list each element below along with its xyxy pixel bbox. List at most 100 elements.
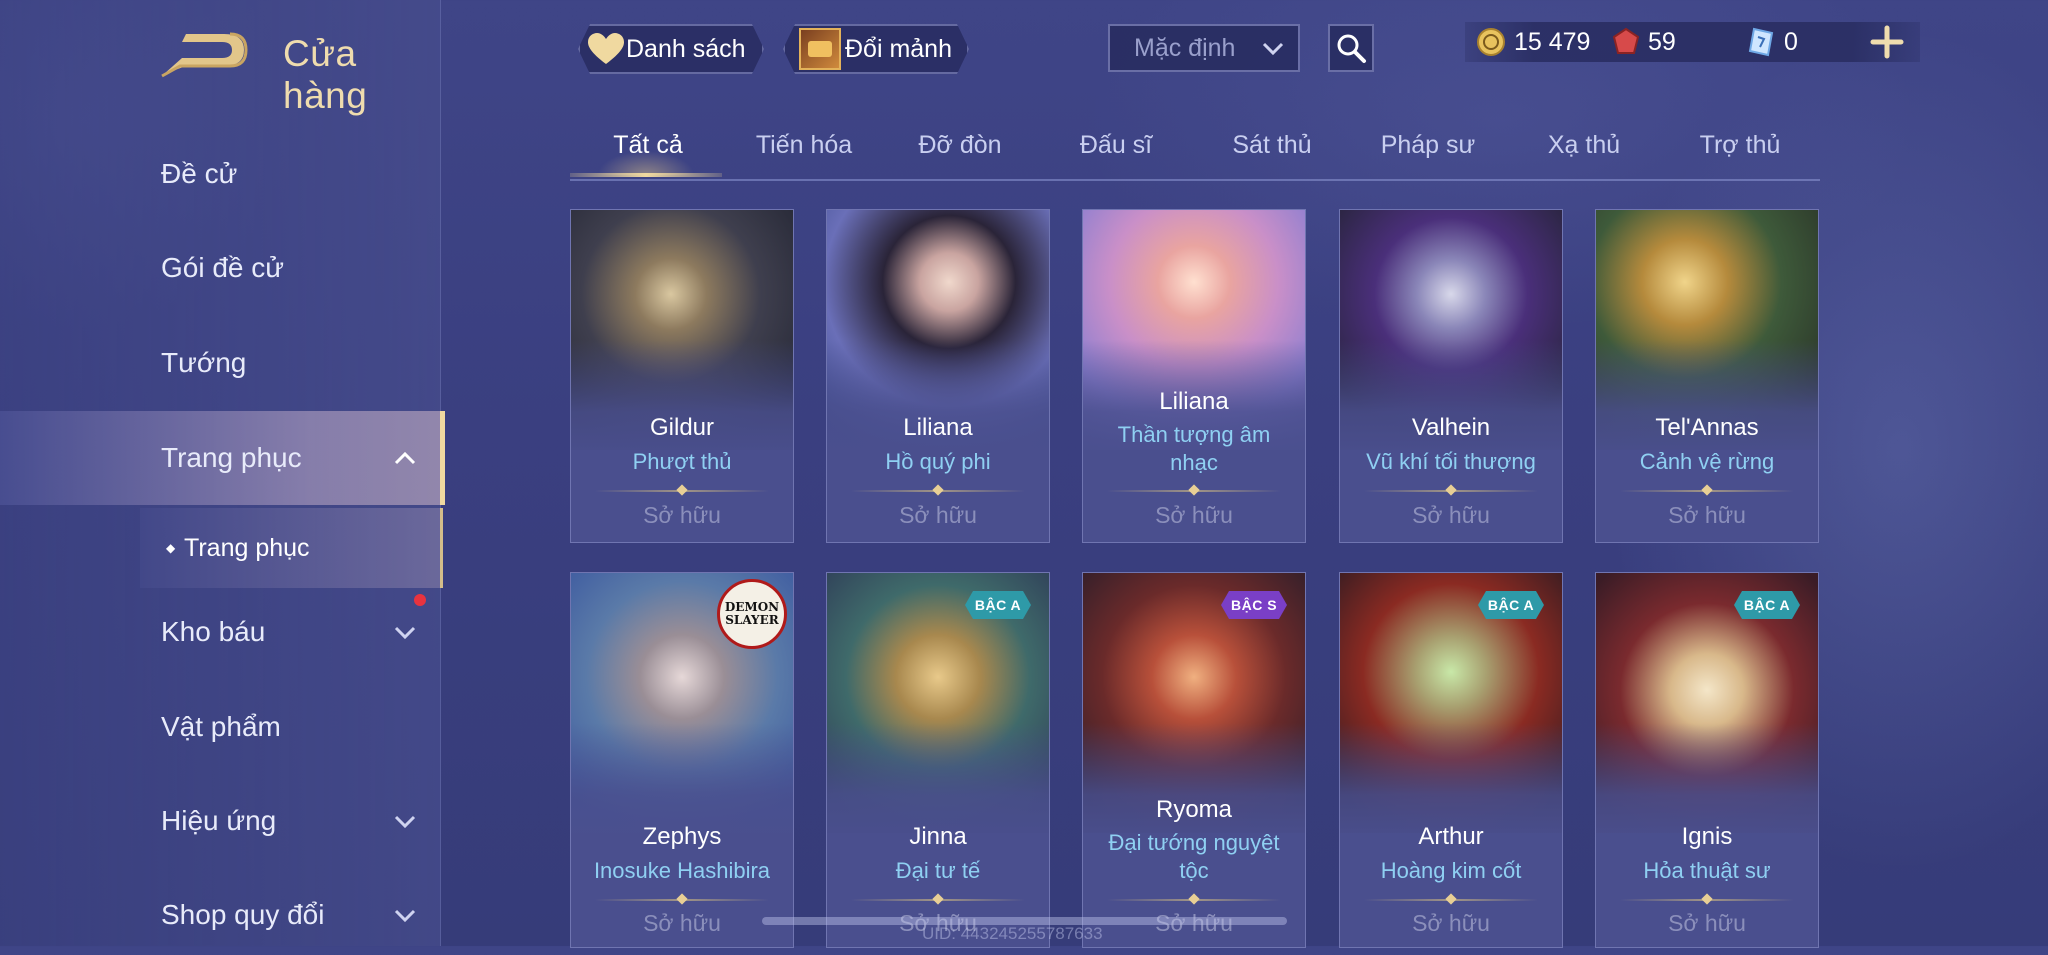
gold-currency: 15 479	[1476, 22, 1590, 62]
owned-status: Sở hữu	[1412, 502, 1490, 528]
card-fade	[571, 340, 793, 460]
sidebar: Cửa hàng Đề cử Gói đề cử Tướng Trang phụ…	[0, 0, 445, 946]
sidebar-item-label: Tướng	[161, 347, 247, 378]
owned-status: Sở hữu	[643, 502, 721, 528]
sidebar-item-exchange-shop[interactable]: Shop quy đổi	[0, 875, 440, 955]
skin-card[interactable]: DEMON SLAYER Zephys Inosuke Hashibira Sở…	[570, 572, 794, 948]
back-button[interactable]	[160, 30, 248, 78]
skin-card[interactable]: Liliana Thần tượng âm nhạc Sở hữu	[1082, 209, 1306, 543]
hero-name: Valhein	[1411, 414, 1491, 441]
tab-evolution[interactable]: Tiến hóa	[726, 131, 882, 160]
gold-value: 15 479	[1514, 27, 1591, 56]
owned-status: Sở hữu	[1668, 910, 1746, 936]
skin-name: Inosuke Hashibira	[593, 858, 771, 883]
gold-coin-icon	[1477, 28, 1505, 56]
tab-assassin[interactable]: Sát thủ	[1194, 131, 1350, 160]
sidebar-subitem-label: Trang phục	[184, 533, 310, 562]
divider-diamond-icon	[1445, 893, 1457, 905]
owned-status: Sở hữu	[1155, 502, 1233, 528]
tab-support[interactable]: Trợ thủ	[1662, 131, 1818, 160]
tier-badge: BẬC A	[1478, 591, 1544, 619]
hero-name: Jinna	[909, 823, 967, 850]
hero-name: Arthur	[1418, 823, 1484, 850]
sort-dropdown-value: Mặc định	[1134, 33, 1236, 62]
category-tabs: Tất cả Tiến hóa Đỡ đòn Đấu sĩ Sát thủ Ph…	[570, 125, 1820, 181]
tab-marksman[interactable]: Xạ thủ	[1506, 131, 1662, 160]
divider-diamond-icon	[676, 484, 688, 496]
notification-dot	[414, 594, 426, 606]
skin-name: Phượt thủ	[632, 449, 732, 474]
owned-status: Sở hữu	[1412, 910, 1490, 936]
tier-badge: BẬC A	[1734, 591, 1800, 619]
exchange-button-label: Đổi mảnh	[845, 34, 952, 63]
card-fade	[1083, 723, 1305, 843]
skin-name: Hoàng kim cốt	[1380, 858, 1522, 883]
sidebar-item-label: Trang phục	[161, 442, 302, 473]
search-button[interactable]	[1328, 24, 1374, 72]
active-tab-underline	[570, 173, 722, 177]
skin-card[interactable]: BẬC S Ryoma Đại tướng nguyệt tộc Sở hữu	[1082, 572, 1306, 948]
list-button[interactable]: Danh sách	[578, 24, 764, 74]
hero-name: Ignis	[1681, 823, 1733, 850]
voucher-currency: 0	[1746, 22, 1798, 62]
card-fade	[1596, 340, 1818, 460]
chevron-down-icon	[394, 626, 416, 640]
skin-card[interactable]: BẬC A Ignis Hỏa thuật sư Sở hữu	[1595, 572, 1819, 948]
sidebar-item-recommended-packs[interactable]: Gói đề cử	[0, 228, 440, 308]
chevron-down-icon	[1262, 42, 1284, 56]
skin-card[interactable]: BẬC A Arthur Hoàng kim cốt Sở hữu	[1339, 572, 1563, 948]
sidebar-item-items[interactable]: Vật phẩm	[0, 687, 440, 767]
sidebar-item-label: Hiệu ứng	[161, 805, 277, 836]
hero-name: Liliana	[903, 414, 973, 441]
sidebar-item-label: Đề cử	[161, 158, 238, 189]
skin-name: Đại tướng nguyệt tộc	[1108, 830, 1280, 883]
sidebar-item-label: Shop quy đổi	[161, 899, 325, 930]
sidebar-item-skins[interactable]: Trang phục	[0, 411, 445, 505]
search-icon	[1337, 34, 1366, 63]
divider-diamond-icon	[1445, 484, 1457, 496]
hero-name: Ryoma	[1155, 796, 1233, 823]
heart-icon	[586, 32, 626, 66]
divider-diamond-icon	[676, 893, 688, 905]
skin-card[interactable]: Valhein Vũ khí tối thượng Sở hữu	[1339, 209, 1563, 543]
sort-dropdown[interactable]: Mặc định	[1108, 24, 1300, 72]
demon-slayer-collab-logo: DEMON SLAYER	[717, 579, 787, 649]
divider-diamond-icon	[1188, 484, 1200, 496]
divider-diamond-icon	[1188, 893, 1200, 905]
skin-name: Hồ quý phi	[885, 449, 991, 474]
sidebar-item-heroes[interactable]: Tướng	[0, 323, 440, 403]
divider-diamond-icon	[932, 484, 944, 496]
tier-badge: BẬC S	[1221, 591, 1287, 619]
voucher-value: 0	[1784, 27, 1798, 56]
chevron-down-icon	[394, 815, 416, 829]
chevron-down-icon	[394, 909, 416, 923]
tab-all[interactable]: Tất cả	[570, 131, 726, 160]
back-arrow-icon	[161, 32, 248, 78]
sidebar-item-label: Kho báu	[161, 616, 266, 647]
exchange-fragments-button[interactable]: Đổi mảnh	[783, 24, 969, 74]
user-id-label: UID: 443245255787633	[922, 924, 1103, 943]
skin-card[interactable]: Tel'Annas Cảnh vệ rừng Sở hữu	[1595, 209, 1819, 543]
sidebar-item-recommended[interactable]: Đề cử	[0, 134, 440, 214]
hero-name: Zephys	[642, 823, 722, 850]
divider-diamond-icon	[1701, 893, 1713, 905]
ruby-value: 59	[1648, 27, 1676, 56]
skin-name: Thần tượng âm nhạc	[1117, 422, 1271, 475]
tab-mage[interactable]: Pháp sư	[1350, 131, 1506, 160]
skin-card[interactable]: BẬC A Jinna Đại tư tế Sở hữu	[826, 572, 1050, 948]
sidebar-item-effects[interactable]: Hiệu ứng	[0, 781, 440, 861]
skin-card[interactable]: Liliana Hồ quý phi Sở hữu	[826, 209, 1050, 543]
tab-fighter[interactable]: Đấu sĩ	[1038, 131, 1194, 160]
ruby-currency: 59	[1612, 22, 1676, 62]
sidebar-subitem-skins[interactable]: ◆ Trang phục	[140, 508, 443, 588]
chevron-up-icon	[394, 451, 416, 465]
skin-name: Đại tư tế	[895, 858, 981, 883]
plus-icon[interactable]	[1870, 24, 1904, 60]
owned-status: Sở hữu	[1668, 502, 1746, 528]
voucher-icon	[1748, 27, 1774, 57]
card-fade	[1340, 340, 1562, 460]
sidebar-item-treasure[interactable]: Kho báu	[0, 592, 440, 672]
skin-name: Hỏa thuật sư	[1643, 858, 1771, 883]
skin-card[interactable]: Gildur Phượt thủ Sở hữu	[570, 209, 794, 543]
tab-tank[interactable]: Đỡ đòn	[882, 131, 1038, 160]
